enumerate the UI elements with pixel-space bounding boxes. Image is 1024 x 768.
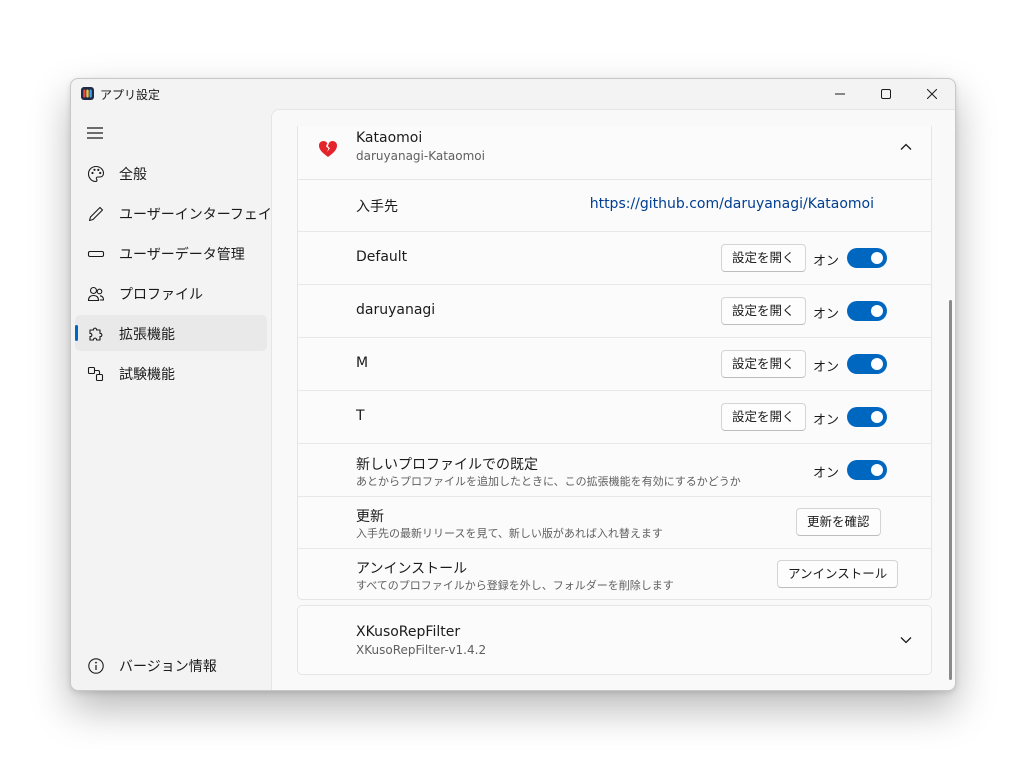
nav-item-experimental[interactable]: 試験機能 [75, 355, 267, 391]
selection-indicator [75, 325, 78, 341]
navigation-pane: 全般 ユーザーインターフェイス ユーザーデータ管理 プロファイル 拡張機能 試験… [71, 109, 285, 690]
check-update-button[interactable]: 更新を確認 [796, 508, 881, 536]
toggle-knob [871, 464, 883, 476]
puzzle-icon [89, 327, 103, 341]
profile-row: daruyanagi 設定を開く オン [298, 285, 931, 338]
hamburger-icon [87, 127, 103, 139]
pen-icon [88, 206, 104, 222]
chevron-up-icon[interactable] [897, 138, 915, 156]
open-settings-button[interactable]: 設定を開く [721, 350, 806, 378]
broken-heart-icon [319, 141, 337, 157]
nav-item-version-info[interactable]: バージョン情報 [75, 647, 267, 683]
source-row: 入手先 https://github.com/daruyanagi/Kataom… [298, 180, 931, 232]
close-icon [927, 89, 937, 99]
minimize-button[interactable] [817, 79, 863, 109]
uninstall-button[interactable]: アンインストール [777, 560, 899, 588]
minimize-icon [835, 93, 845, 95]
profile-toggle[interactable] [847, 407, 887, 427]
toggle-knob [871, 411, 883, 423]
nav-item-user-interface[interactable]: ユーザーインターフェイス [75, 195, 285, 231]
toggle-state-label: オン [813, 360, 840, 375]
hamburger-menu-button[interactable] [83, 121, 107, 145]
app-icon [81, 87, 94, 100]
content-area: Kataomoi daruyanagi-Kataomoi 入手先 https:/… [271, 109, 955, 690]
extension-card-xkusorepfilter[interactable]: XKusoRepFilter XKusoRepFilter-v1.4.2 [297, 605, 932, 675]
close-button[interactable] [909, 79, 955, 109]
profile-row: M 設定を開く オン [298, 338, 931, 391]
extension-header[interactable]: Kataomoi daruyanagi-Kataomoi [298, 126, 931, 180]
extension-name: XKusoRepFilter [356, 624, 461, 640]
extension-name: Kataomoi [356, 130, 423, 146]
chevron-down-icon[interactable] [897, 631, 915, 649]
toggle-knob [871, 305, 883, 317]
profile-row: Default 設定を開く オン [298, 232, 931, 285]
setting-title: アンインストール [356, 561, 468, 577]
maximize-icon [881, 89, 891, 99]
setting-description: あとからプロファイルを追加したときに、この拡張機能を有効にするかどうか [356, 475, 741, 488]
profile-name: daruyanagi [356, 302, 436, 318]
open-settings-button[interactable]: 設定を開く [721, 244, 806, 272]
open-settings-button[interactable]: 設定を開く [721, 297, 806, 325]
nav-item-profiles[interactable]: プロファイル [75, 275, 267, 311]
nav-item-general[interactable]: 全般 [75, 155, 267, 191]
setting-description: 入手先の最新リリースを見て、新しい版があれば入れ替えます [356, 527, 663, 540]
people-icon [87, 286, 105, 302]
toggle-knob [871, 252, 883, 264]
profile-name: T [356, 408, 365, 424]
storage-icon [87, 250, 105, 258]
profile-toggle[interactable] [847, 248, 887, 268]
app-settings-window: アプリ設定 全般 ユーザーインターフェイス ユーザーデータ管理 プロファイル 拡… [70, 78, 956, 691]
nav-item-label: プロファイル [119, 287, 203, 303]
nav-item-label: 全般 [119, 167, 147, 183]
maximize-button[interactable] [863, 79, 909, 109]
open-settings-button[interactable]: 設定を開く [721, 403, 806, 431]
toggle-state-label: オン [813, 307, 840, 322]
setting-title: 新しいプロファイルでの既定 [356, 457, 538, 473]
toggle-state-label: オン [813, 413, 840, 428]
title-bar[interactable]: アプリ設定 [71, 79, 955, 109]
vertical-scrollbar[interactable] [949, 300, 952, 680]
update-row: 更新 入手先の最新リリースを見て、新しい版があれば入れ替えます 更新を確認 [298, 497, 931, 549]
default-new-profile-row: 新しいプロファイルでの既定 あとからプロファイルを追加したときに、この拡張機能を… [298, 444, 931, 497]
window-title: アプリ設定 [100, 88, 161, 102]
profile-toggle[interactable] [847, 354, 887, 374]
source-label: 入手先 [356, 199, 398, 215]
nav-item-label: バージョン情報 [119, 659, 217, 675]
toggle-state-label: オン [813, 466, 840, 481]
experiment-icon [87, 366, 104, 382]
setting-description: すべてのプロファイルから登録を外し、フォルダーを削除します [356, 579, 674, 592]
info-icon [88, 658, 104, 674]
extension-id: daruyanagi-Kataomoi [356, 149, 485, 163]
nav-item-label: ユーザーデータ管理 [119, 247, 245, 263]
profile-toggle[interactable] [847, 301, 887, 321]
extension-id: XKusoRepFilter-v1.4.2 [356, 643, 487, 657]
toggle-knob [871, 358, 883, 370]
uninstall-row: アンインストール すべてのプロファイルから登録を外し、フォルダーを削除します ア… [298, 549, 931, 599]
default-new-profile-toggle[interactable] [847, 460, 887, 480]
extension-card-kataomoi: Kataomoi daruyanagi-Kataomoi 入手先 https:/… [297, 126, 932, 600]
profile-row: T 設定を開く オン [298, 391, 931, 444]
nav-item-label: ユーザーインターフェイス [119, 207, 286, 223]
profile-name: M [356, 355, 369, 371]
nav-item-extensions[interactable]: 拡張機能 [75, 315, 267, 351]
nav-item-label: 拡張機能 [119, 327, 175, 343]
profile-name: Default [356, 249, 408, 265]
nav-item-label: 試験機能 [119, 367, 175, 383]
palette-icon [87, 165, 105, 183]
source-link[interactable]: https://github.com/daruyanagi/Kataomoi [590, 196, 874, 212]
setting-title: 更新 [356, 509, 384, 525]
toggle-state-label: オン [813, 254, 840, 269]
nav-item-user-data[interactable]: ユーザーデータ管理 [75, 235, 267, 271]
